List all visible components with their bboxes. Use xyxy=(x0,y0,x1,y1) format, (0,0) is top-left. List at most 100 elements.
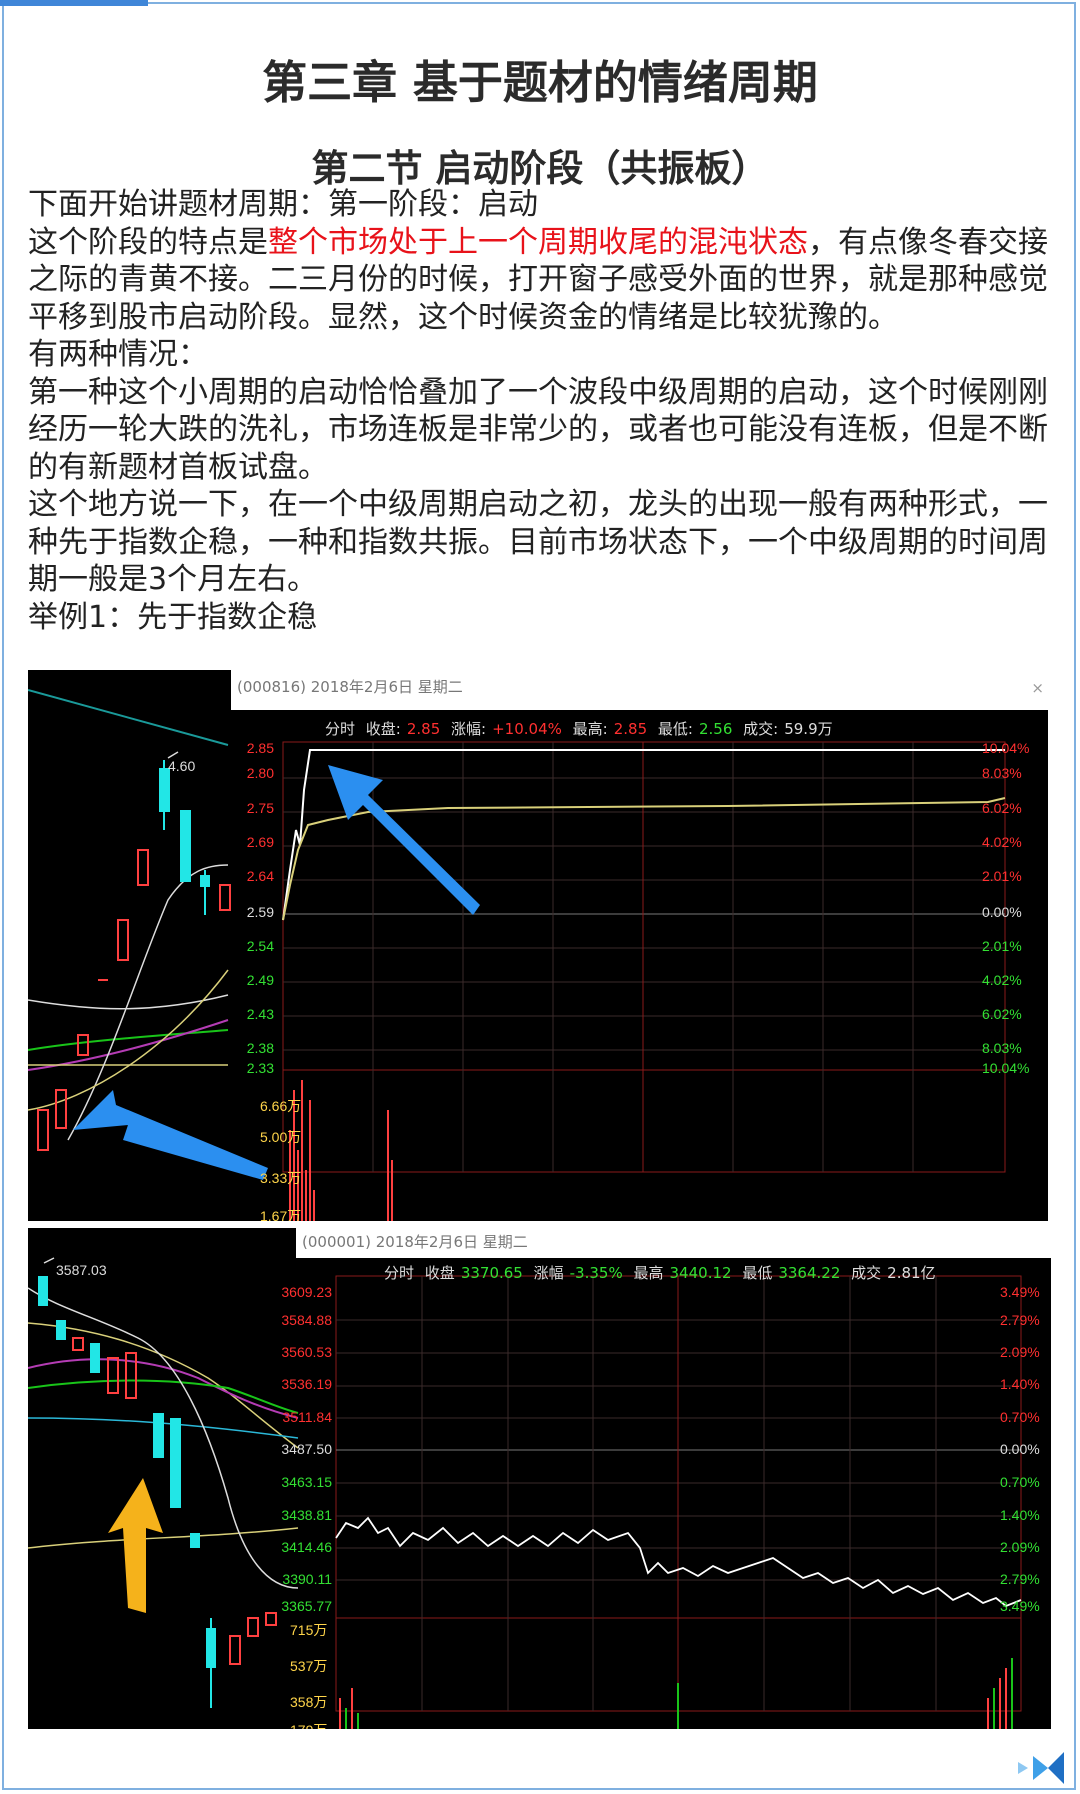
stock-chart-000816: (000816) 2018年2月6日 星期二 × 4.60 分时 收盘: 2.85… xyxy=(28,670,1048,1221)
chart-info-row: 分时 收盘: 2.85 涨幅: +10.04% 最高: 2.85 最低: 2.56 成交… xyxy=(325,718,839,739)
change-label: 涨幅: xyxy=(451,720,487,738)
percent-label: 0.00% xyxy=(982,904,1022,920)
chart-title: (000816) 2018年2月6日 星期二 xyxy=(237,678,463,696)
volume-value: 2.81亿 xyxy=(887,1264,936,1282)
percent-label: 1.40% xyxy=(1000,1376,1040,1392)
price-label: 3390.11 xyxy=(282,1571,332,1587)
arrow-pointer xyxy=(328,765,480,915)
volume-label: 715万 xyxy=(290,1622,328,1638)
mode-label: 分时 xyxy=(384,1264,415,1282)
volume-label: 537万 xyxy=(290,1658,328,1674)
volume-value: 59.9万 xyxy=(784,720,833,738)
volume-label: 1.67万 xyxy=(260,1208,302,1221)
percent-label: 2.79% xyxy=(1000,1571,1040,1587)
kline-high-marker: 3587.03 xyxy=(56,1262,107,1278)
high-value: 2.85 xyxy=(613,720,648,738)
price-label: 2.38 xyxy=(246,1040,274,1056)
high-label: 最高: xyxy=(572,720,608,738)
paragraph-two-cases: 有两种情况： xyxy=(28,337,208,372)
percent-label: 2.01% xyxy=(982,868,1022,884)
percent-label: 2.01% xyxy=(982,938,1022,954)
index-chart-000001: (000001) 2018年2月6日 星期二 3587.03 分时 收盘 3370… xyxy=(28,1228,1051,1729)
arrow-pointer xyxy=(73,1090,268,1180)
kline-candles xyxy=(37,751,231,1151)
percent-label: 10.04% xyxy=(982,1060,1030,1076)
close-icon[interactable]: × xyxy=(1031,674,1044,702)
volume-bars xyxy=(339,1658,1013,1729)
price-label: 3438.81 xyxy=(281,1507,332,1523)
price-label: 3365.77 xyxy=(281,1598,332,1614)
close-value: 2.85 xyxy=(406,720,441,738)
price-line xyxy=(282,749,1005,921)
corner-logo-icon xyxy=(1018,1752,1064,1784)
chart-title: (000001) 2018年2月6日 星期二 xyxy=(302,1233,528,1251)
price-label: 2.75 xyxy=(246,800,274,816)
kline-high-marker: 4.60 xyxy=(168,758,196,774)
change-label: 涨幅 xyxy=(533,1264,564,1282)
article-body: 下面开始讲题材周期：第一阶段：启动 这个阶段的特点是整个市场处于上一个周期收尾的… xyxy=(28,186,1056,636)
percent-label: 6.02% xyxy=(982,1006,1022,1022)
percent-label: 8.03% xyxy=(982,1040,1022,1056)
price-label: 3536.19 xyxy=(281,1376,332,1392)
kline-and-intraday-graphics xyxy=(28,1257,1022,1729)
price-label: 3584.88 xyxy=(281,1312,332,1328)
price-label: 2.59 xyxy=(246,904,274,920)
chart-info-row: 分时 收盘 3370.65 涨幅 -3.35% 最高 3440.12 最低 3364.2… xyxy=(384,1262,942,1283)
kline-candles xyxy=(38,1257,277,1708)
price-label: 3487.50 xyxy=(281,1441,332,1457)
high-label: 最高 xyxy=(633,1264,664,1282)
close-label: 收盘: xyxy=(365,720,401,738)
price-label: 2.54 xyxy=(246,938,274,954)
price-label: 2.49 xyxy=(246,972,274,988)
highlighted-text: 整个市场处于上一个周期收尾的混沌状态 xyxy=(268,224,808,260)
percent-label: 4.02% xyxy=(982,834,1022,850)
change-value: +10.04% xyxy=(492,720,562,738)
price-label: 2.85 xyxy=(246,740,274,756)
volume-label: 成交: xyxy=(743,720,779,738)
top-tab-marker xyxy=(0,0,148,6)
paragraph-case-one: 第一种这个小周期的启动恰恰叠加了一个波段中级周期的启动，这个时候刚刚经历一轮大跌… xyxy=(28,374,1048,485)
volume-label: 179万 xyxy=(290,1720,327,1729)
intraday-grid xyxy=(335,1275,1022,1712)
percent-label: 0.70% xyxy=(1000,1409,1040,1425)
percent-label: 10.04% xyxy=(982,740,1030,756)
volume-label: 5.00万 xyxy=(260,1129,302,1145)
price-label: 2.80 xyxy=(246,765,274,781)
percent-label: 4.02% xyxy=(982,972,1022,988)
change-value: -3.35% xyxy=(569,1264,623,1282)
low-label: 最低 xyxy=(742,1264,773,1282)
percent-label: 6.02% xyxy=(982,800,1022,816)
paragraph-characteristics: 这个阶段的特点是整个市场处于上一个周期收尾的混沌状态，有点像冬春交接之际的青黄不… xyxy=(28,224,1056,337)
percent-label: 0.00% xyxy=(1000,1441,1040,1457)
paragraph-intro: 下面开始讲题材周期：第一阶段：启动 xyxy=(28,187,538,222)
section-title: 第二节 启动阶段（共振板） xyxy=(311,147,769,190)
close-label: 收盘 xyxy=(424,1264,455,1282)
price-label: 3463.15 xyxy=(281,1474,332,1490)
price-label: 2.43 xyxy=(246,1006,274,1022)
percent-label: 3.49% xyxy=(1000,1598,1040,1614)
arrow-pointer xyxy=(108,1478,163,1613)
percent-label: 2.79% xyxy=(1000,1312,1040,1328)
volume-label: 358万 xyxy=(290,1694,328,1710)
paragraph-note: 这个地方说一下，在一个中级周期启动之初，龙头的出现一般有两种形式，一种先于指数企… xyxy=(28,487,1048,597)
paragraph-example: 举例1：先于指数企稳 xyxy=(28,599,318,635)
volume-bars xyxy=(289,1080,393,1221)
percent-label: 3.49% xyxy=(1000,1284,1040,1300)
volume-label: 3.33万 xyxy=(260,1170,302,1186)
price-label: 2.69 xyxy=(246,834,274,850)
low-value: 3364.22 xyxy=(778,1264,841,1282)
low-label: 最低: xyxy=(657,720,693,738)
paragraph-text: 这个阶段的特点是 xyxy=(28,224,268,260)
volume-label: 6.66万 xyxy=(260,1098,302,1114)
price-label: 3511.84 xyxy=(282,1409,332,1425)
chart-titlebar: (000816) 2018年2月6日 星期二 × xyxy=(231,670,1048,710)
percent-label: 2.09% xyxy=(1000,1539,1040,1555)
price-label: 2.33 xyxy=(246,1060,274,1076)
percent-label: 1.40% xyxy=(1000,1507,1040,1523)
volume-label: 成交 xyxy=(851,1264,882,1282)
percent-label: 0.70% xyxy=(1000,1474,1040,1490)
low-value: 2.56 xyxy=(698,720,733,738)
chart-titlebar: (000001) 2018年2月6日 星期二 xyxy=(296,1228,1051,1258)
percent-label: 2.09% xyxy=(1000,1344,1040,1360)
mode-label: 分时 xyxy=(325,720,356,738)
